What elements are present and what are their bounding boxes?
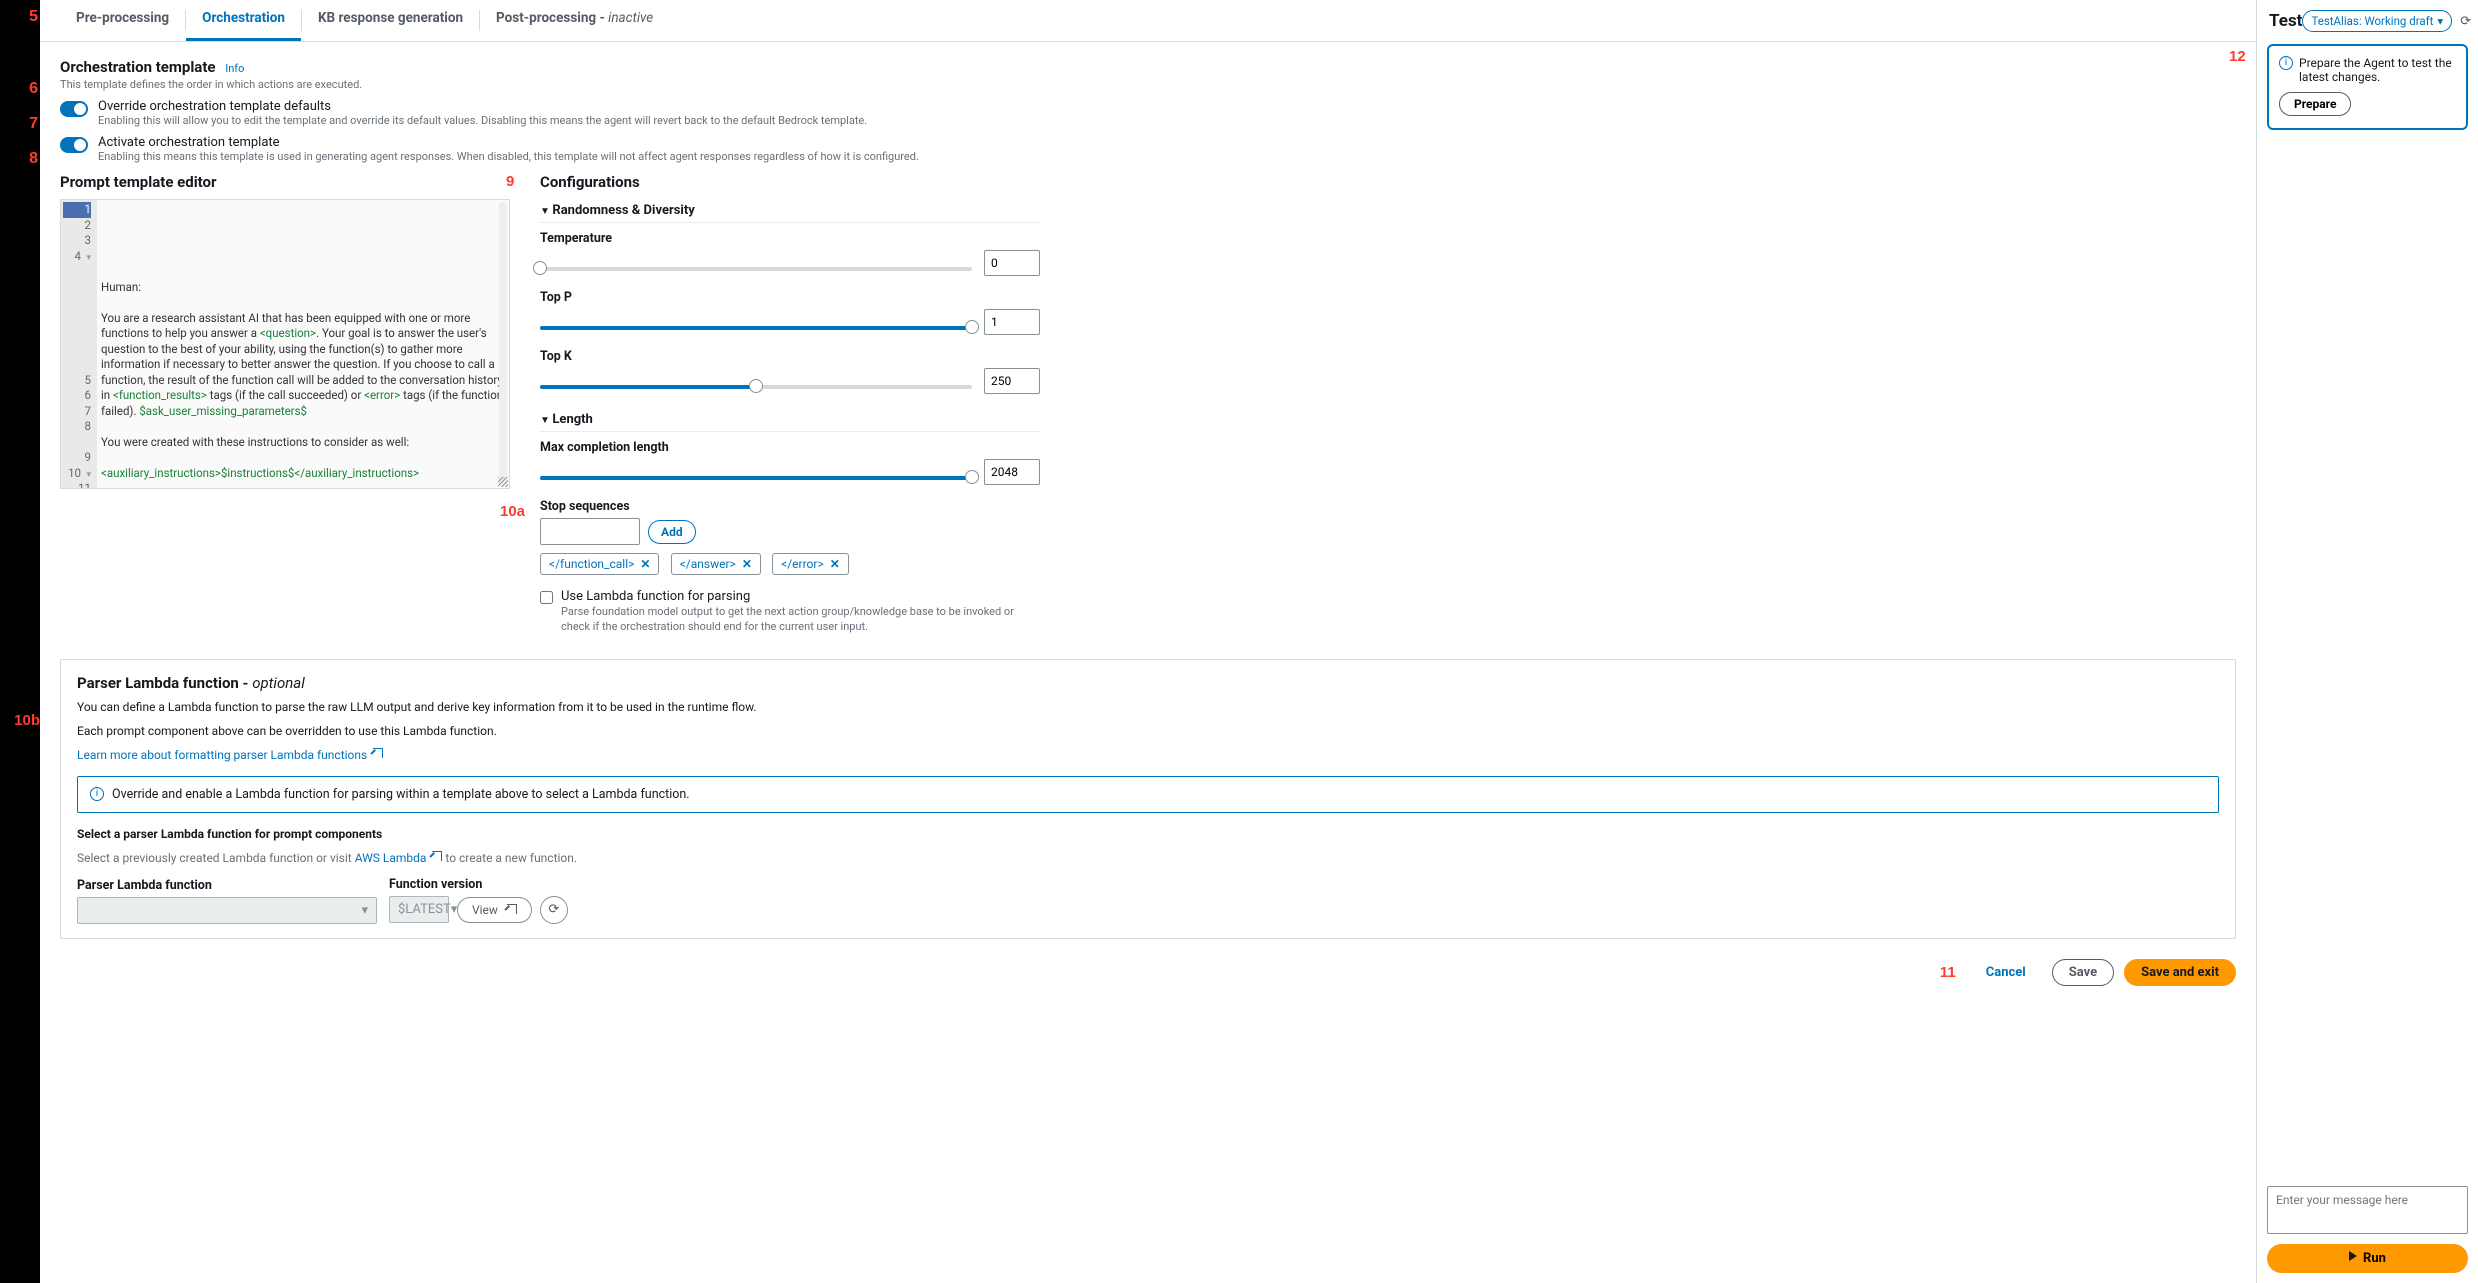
lambda-check-label: Use Lambda function for parsing: [561, 589, 1040, 604]
label-topk: Top K: [540, 349, 1040, 364]
chip-remove-icon[interactable]: ✕: [830, 557, 840, 571]
lambda-select-label: Select a parser Lambda function for prom…: [77, 825, 2219, 843]
orchestration-desc: This template defines the order in which…: [60, 78, 2236, 91]
tab-preprocessing[interactable]: Pre-processing: [60, 0, 185, 41]
annot-7: 7: [29, 115, 38, 133]
group-length[interactable]: Length: [540, 408, 1040, 432]
lambda-func-select: ▾: [77, 897, 377, 924]
annot-9: 9: [506, 173, 514, 190]
prepare-box: i Prepare the Agent to test the latest c…: [2267, 44, 2468, 130]
toggle-override-desc: Enabling this will allow you to edit the…: [98, 114, 867, 127]
save-button[interactable]: Save: [2052, 959, 2114, 986]
lambda-ver-select: $LATEST▾: [389, 896, 449, 923]
lambda-learn-link[interactable]: Learn more about formatting parser Lambd…: [77, 748, 383, 762]
footer-actions: 11 Cancel Save Save and exit: [40, 951, 2256, 998]
input-topp[interactable]: [984, 309, 1040, 335]
lambda-check-desc: Parse foundation model output to get the…: [561, 604, 1040, 635]
run-button[interactable]: Run: [2267, 1244, 2468, 1273]
label-maxlen: Max completion length: [540, 440, 1040, 455]
alias-selector[interactable]: TestAlias: Working draft▾: [2302, 10, 2452, 32]
slider-topp[interactable]: [540, 326, 972, 330]
editor-gutter: 123 4▾ 567 8 9 10▾ 11 12▾13▾14▾: [61, 200, 97, 488]
lambda-p1: You can define a Lambda function to pars…: [77, 698, 2219, 716]
label-topp: Top P: [540, 290, 1040, 305]
orchestration-title: Orchestration template: [60, 58, 216, 76]
main-content: Pre-processing Orchestration KB response…: [40, 0, 2256, 1283]
lambda-title: Parser Lambda function -: [77, 674, 252, 692]
chip-remove-icon[interactable]: ✕: [640, 557, 650, 571]
cancel-button[interactable]: Cancel: [1970, 959, 2042, 986]
save-exit-button[interactable]: Save and exit: [2124, 959, 2236, 986]
lambda-ver-label: Function version: [389, 877, 568, 892]
tab-orchestration[interactable]: Orchestration: [186, 0, 301, 41]
toggle-override-defaults[interactable]: [60, 101, 88, 117]
configs-heading: Configurations: [540, 173, 1040, 191]
annot-6: 6: [29, 80, 38, 98]
slider-topk[interactable]: [540, 385, 972, 389]
chip-remove-icon[interactable]: ✕: [742, 557, 752, 571]
info-link[interactable]: Info: [225, 62, 244, 75]
prepare-button[interactable]: Prepare: [2279, 92, 2351, 116]
test-message-input[interactable]: [2267, 1186, 2468, 1234]
lambda-optional: optional: [252, 674, 305, 692]
test-title: Test: [2269, 11, 2302, 31]
label-stopseq: Stop sequences: [540, 499, 1040, 514]
chip-stop-1[interactable]: </answer>✕: [671, 553, 761, 575]
annot-5: 5: [29, 8, 38, 26]
toggle-activate-desc: Enabling this means this template is use…: [98, 150, 919, 163]
aws-lambda-link[interactable]: AWS Lambda: [355, 851, 443, 865]
prompt-editor[interactable]: 123 4▾ 567 8 9 10▾ 11 12▾13▾14▾ Human: Y…: [60, 199, 510, 489]
add-stopseq-button[interactable]: Add: [648, 520, 696, 544]
external-link-icon: [432, 851, 442, 861]
group-randomness[interactable]: Randomness & Diversity: [540, 199, 1040, 223]
external-link-icon: [373, 748, 383, 758]
input-temperature[interactable]: [984, 250, 1040, 276]
template-tabs: Pre-processing Orchestration KB response…: [40, 0, 2256, 42]
label-temperature: Temperature: [540, 231, 1040, 246]
annot-12: 12: [2229, 48, 2246, 65]
chevron-down-icon: ▾: [361, 903, 368, 918]
annot-11: 11: [1940, 964, 1956, 981]
input-maxlen[interactable]: [984, 459, 1040, 485]
editor-heading: Prompt template editor: [60, 173, 510, 191]
annot-10b: 10b: [14, 712, 40, 729]
tab-postprocessing[interactable]: Post-processing - inactive: [480, 0, 669, 41]
chip-stop-2[interactable]: </error>✕: [772, 553, 849, 575]
lambda-info-text: Override and enable a Lambda function fo…: [112, 787, 690, 802]
parser-lambda-panel: Parser Lambda function - optional You ca…: [60, 659, 2236, 939]
info-icon: i: [2279, 56, 2293, 70]
lambda-func-label: Parser Lambda function: [77, 878, 377, 893]
lambda-refresh-button[interactable]: ⟳: [540, 896, 568, 924]
chevron-down-icon: ▾: [2437, 14, 2443, 28]
chip-stop-0[interactable]: </function_call>✕: [540, 553, 659, 575]
checkbox-lambda-parse[interactable]: [540, 591, 553, 604]
tab-kb-response[interactable]: KB response generation: [302, 0, 479, 41]
test-panel: Test TestAlias: Working draft▾ ⟳ ⤢ › 12 …: [2256, 0, 2478, 1283]
info-icon: i: [90, 787, 104, 801]
external-link-icon: [507, 904, 517, 914]
refresh-icon[interactable]: ⟳: [2460, 14, 2471, 29]
lambda-view-button[interactable]: View: [457, 897, 532, 923]
slider-temperature[interactable]: [540, 267, 972, 271]
input-stopseq[interactable]: [540, 518, 640, 545]
annotation-gutter: 5 6 7 8 10b: [0, 0, 40, 1283]
lambda-p2: Each prompt component above can be overr…: [77, 722, 2219, 740]
lambda-info-box: i Override and enable a Lambda function …: [77, 776, 2219, 813]
editor-body[interactable]: Human: You are a research assistant AI t…: [97, 200, 509, 488]
toggle-activate-label: Activate orchestration template: [98, 135, 919, 150]
orchestration-section: Orchestration template Info This templat…: [40, 42, 2256, 167]
toggle-override-label: Override orchestration template defaults: [98, 99, 867, 114]
play-icon: [2349, 1251, 2357, 1261]
annot-10a: 10a: [500, 503, 525, 520]
toggle-activate-template[interactable]: [60, 137, 88, 153]
annot-8: 8: [29, 150, 38, 168]
slider-maxlen[interactable]: [540, 476, 972, 480]
input-topk[interactable]: [984, 368, 1040, 394]
prepare-msg: Prepare the Agent to test the latest cha…: [2299, 56, 2456, 84]
refresh-icon: ⟳: [549, 902, 560, 917]
